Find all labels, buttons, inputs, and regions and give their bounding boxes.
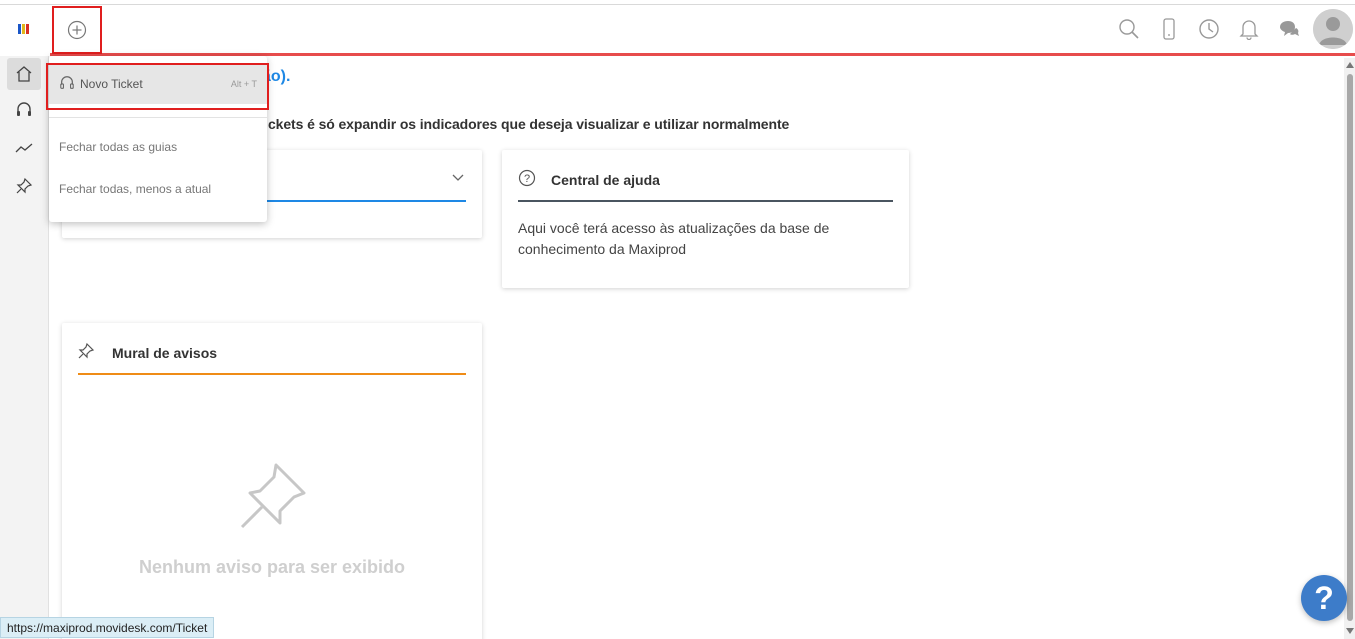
add-button[interactable] bbox=[52, 6, 102, 54]
help-center-underline bbox=[518, 200, 893, 202]
scroll-down-arrow-icon[interactable] bbox=[1346, 628, 1354, 634]
user-avatar-icon bbox=[1313, 9, 1353, 49]
question-circle-icon: ? bbox=[518, 169, 536, 192]
user-avatar[interactable] bbox=[1313, 9, 1353, 49]
help-center-body: Aqui você terá acesso às atualizações da… bbox=[518, 220, 830, 257]
close-other-tabs-menu-item[interactable]: Fechar todas, menos a atual bbox=[59, 182, 211, 196]
plus-circle-icon bbox=[67, 20, 87, 40]
notifications-button[interactable] bbox=[1229, 9, 1269, 49]
app-logo[interactable] bbox=[18, 24, 30, 34]
svg-text:?: ? bbox=[524, 173, 530, 185]
chevron-down-icon bbox=[452, 174, 464, 181]
sidebar-item-home[interactable] bbox=[7, 58, 41, 90]
new-item-dropdown: Novo Ticket Alt + T Fechar todas as guia… bbox=[49, 56, 267, 222]
page-scrollbar[interactable] bbox=[1344, 58, 1355, 639]
pin-icon bbox=[77, 342, 95, 365]
expand-button[interactable] bbox=[451, 170, 465, 189]
sidebar-item-reports[interactable] bbox=[7, 132, 41, 164]
mobile-button[interactable] bbox=[1149, 9, 1189, 49]
page-instructions: ckets é só expandir os indicadores que d… bbox=[268, 116, 790, 132]
scroll-thumb[interactable] bbox=[1347, 74, 1353, 621]
home-icon bbox=[16, 66, 32, 82]
pin-icon bbox=[16, 177, 33, 194]
notice-board-empty-text: Nenhum aviso para ser exibido bbox=[138, 557, 406, 577]
new-ticket-label: Novo Ticket bbox=[80, 77, 143, 91]
chat-button[interactable] bbox=[1269, 9, 1309, 49]
close-all-tabs-menu-item[interactable]: Fechar todas as guias bbox=[59, 140, 177, 154]
empty-pin-icon bbox=[236, 461, 308, 538]
help-button[interactable]: ? bbox=[1301, 575, 1347, 621]
sidebar-item-pinned[interactable] bbox=[7, 170, 41, 202]
chat-icon bbox=[1280, 21, 1299, 36]
notice-board-card: Mural de avisos Nenhum aviso para ser ex… bbox=[62, 323, 482, 639]
mobile-icon bbox=[1163, 18, 1175, 40]
search-icon bbox=[1119, 19, 1139, 39]
dropdown-divider bbox=[49, 117, 267, 118]
sidebar-item-tickets[interactable] bbox=[7, 94, 41, 126]
new-ticket-shortcut: Alt + T bbox=[230, 79, 257, 89]
headset-icon bbox=[59, 75, 75, 96]
new-ticket-menu-item[interactable]: Novo Ticket Alt + T bbox=[49, 64, 267, 104]
clock-icon bbox=[1199, 19, 1219, 39]
headset-icon bbox=[17, 102, 31, 116]
notice-board-title: Mural de avisos bbox=[112, 345, 218, 361]
trend-line-icon bbox=[15, 143, 33, 153]
status-bar-url: https://maxiprod.movidesk.com/Ticket bbox=[0, 617, 215, 638]
history-button[interactable] bbox=[1189, 9, 1229, 49]
help-center-title: Central de ajuda bbox=[551, 172, 660, 188]
header-actions bbox=[1109, 4, 1355, 54]
help-center-card: ? Central de ajuda Aqui você terá acesso… bbox=[502, 150, 909, 288]
scroll-up-arrow-icon[interactable] bbox=[1346, 62, 1354, 68]
sidebar bbox=[0, 56, 49, 639]
notice-board-underline bbox=[78, 373, 466, 375]
bell-icon bbox=[1239, 20, 1259, 40]
search-button[interactable] bbox=[1109, 9, 1149, 49]
question-mark-icon: ? bbox=[1314, 579, 1334, 616]
